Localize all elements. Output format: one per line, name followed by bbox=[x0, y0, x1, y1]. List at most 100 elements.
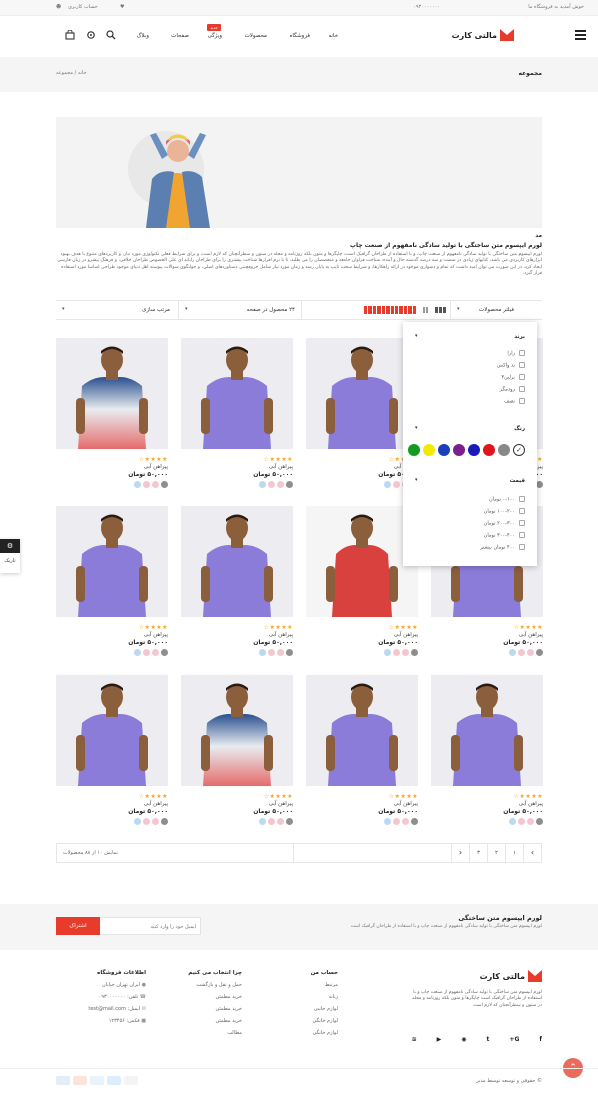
product-name[interactable]: پیراهن آبی bbox=[269, 464, 293, 470]
logo[interactable]: مالتی کارت bbox=[452, 26, 514, 44]
footer-link[interactable]: خرید مطمئن bbox=[162, 1018, 242, 1024]
prev-page-button[interactable]: ‹ bbox=[451, 844, 469, 862]
color-swatch[interactable] bbox=[143, 649, 150, 656]
color-swatch[interactable] bbox=[527, 818, 534, 825]
account-link[interactable]: حساب کاربری bbox=[68, 4, 98, 10]
nav-item-features[interactable]: ویژگی bbox=[208, 33, 222, 39]
color-swatch[interactable] bbox=[277, 649, 284, 656]
brand-option[interactable]: رودمگر bbox=[500, 386, 525, 393]
chevron-down-icon[interactable]: ▾ bbox=[415, 425, 418, 431]
next-page-button[interactable]: › bbox=[523, 844, 541, 862]
color-swatch[interactable] bbox=[393, 481, 400, 488]
brand-option[interactable]: بد واکس bbox=[497, 362, 525, 369]
product-name[interactable]: پیراهن آبی bbox=[519, 632, 543, 638]
product-card[interactable]: ★★★★☆پیراهن آبی۵۰,۰۰۰ تومان bbox=[181, 675, 293, 835]
footer-link[interactable]: لوازم خانگی bbox=[258, 1030, 338, 1036]
product-name[interactable]: پیراهن آبی bbox=[519, 801, 543, 807]
color-swatch[interactable] bbox=[384, 649, 391, 656]
search-icon[interactable] bbox=[106, 30, 116, 40]
footer-link[interactable]: حمل و نقل و بازگشت bbox=[162, 982, 242, 988]
color-swatch[interactable] bbox=[402, 649, 409, 656]
price-option[interactable]: ۳۰۰-۴۰۰ تومان bbox=[484, 532, 525, 539]
product-image[interactable] bbox=[181, 506, 293, 617]
nav-item-products[interactable]: محصولات bbox=[245, 33, 267, 39]
product-card[interactable]: ★★★★☆پیراهن آبی۵۰,۰۰۰ تومان bbox=[431, 675, 543, 835]
color-swatch[interactable] bbox=[134, 818, 141, 825]
nav-item-pages[interactable]: صفحات bbox=[171, 33, 189, 39]
color-swatch[interactable] bbox=[536, 818, 543, 825]
color-swatch[interactable] bbox=[286, 481, 293, 488]
youtube-icon[interactable]: ▶ bbox=[437, 1036, 442, 1043]
user-icon[interactable]: ☻ bbox=[56, 4, 61, 10]
filter-toggle[interactable]: فیلتر محصولات ▾ bbox=[450, 301, 542, 319]
color-filter-swatch[interactable] bbox=[468, 444, 480, 456]
price-option[interactable]: ۴۰۰ تومان بیشتر bbox=[480, 544, 525, 551]
product-name[interactable]: پیراهن آبی bbox=[394, 632, 418, 638]
per-page-select[interactable]: ۲۴ محصول در صفحه ▾ bbox=[178, 301, 302, 319]
facebook-icon[interactable]: f bbox=[539, 1036, 542, 1043]
sort-select[interactable]: مرتب سازی ▾ bbox=[56, 301, 176, 319]
color-swatch[interactable] bbox=[268, 818, 275, 825]
product-image[interactable] bbox=[306, 675, 418, 786]
color-swatch[interactable] bbox=[411, 649, 418, 656]
color-swatch[interactable] bbox=[152, 481, 159, 488]
breadcrumb-home[interactable]: خانه bbox=[78, 70, 87, 76]
gear-icon[interactable] bbox=[86, 30, 96, 40]
product-image[interactable] bbox=[306, 506, 418, 617]
color-swatch[interactable] bbox=[134, 649, 141, 656]
product-image[interactable] bbox=[56, 338, 168, 449]
color-swatch[interactable] bbox=[259, 818, 266, 825]
side-widget[interactable]: ⚙ تاریک bbox=[0, 539, 20, 573]
color-swatch[interactable] bbox=[259, 481, 266, 488]
color-swatch[interactable] bbox=[518, 649, 525, 656]
color-swatch[interactable] bbox=[393, 649, 400, 656]
color-swatch[interactable] bbox=[161, 481, 168, 488]
price-option[interactable]: ۲۰۰-۳۰۰ تومان bbox=[484, 520, 525, 527]
footer-link[interactable]: لوازم جانبی bbox=[258, 1006, 338, 1012]
color-swatch[interactable] bbox=[268, 481, 275, 488]
product-card[interactable]: ★★★★☆پیراهن آبی۵۰,۰۰۰ تومان bbox=[56, 506, 168, 666]
product-name[interactable]: پیراهن آبی bbox=[144, 464, 168, 470]
color-filter-swatch[interactable] bbox=[438, 444, 450, 456]
color-swatch[interactable] bbox=[411, 818, 418, 825]
product-name[interactable]: پیراهن آبی bbox=[144, 632, 168, 638]
footer-link[interactable]: لوازم خانگی bbox=[258, 1018, 338, 1024]
product-image[interactable] bbox=[56, 506, 168, 617]
color-filter-swatch[interactable] bbox=[408, 444, 420, 456]
color-swatch[interactable] bbox=[161, 818, 168, 825]
color-filter-swatch[interactable] bbox=[483, 444, 495, 456]
product-card[interactable]: ★★★★☆پیراهن آبی۵۰,۰۰۰ تومان bbox=[56, 338, 168, 498]
product-card[interactable]: ★★★★☆پیراهن آبی۵۰,۰۰۰ تومان bbox=[306, 675, 418, 835]
product-card[interactable]: ★★★★☆پیراهن آبی۵۰,۰۰۰ تومان bbox=[56, 675, 168, 835]
chevron-down-icon[interactable]: ▾ bbox=[415, 477, 418, 483]
color-swatch[interactable] bbox=[384, 818, 391, 825]
color-swatch[interactable] bbox=[509, 649, 516, 656]
footer-logo[interactable]: مالتی کارت bbox=[412, 970, 542, 982]
price-option[interactable]: ۰-۱۰۰ تومان bbox=[489, 496, 525, 503]
twitter-icon[interactable]: t bbox=[487, 1036, 490, 1043]
nav-item-blog[interactable]: وبلاگ bbox=[137, 33, 149, 39]
product-name[interactable]: پیراهن آبی bbox=[394, 801, 418, 807]
color-swatch[interactable] bbox=[134, 481, 141, 488]
newsletter-email-input[interactable] bbox=[106, 921, 196, 932]
color-swatch[interactable] bbox=[161, 649, 168, 656]
color-swatch[interactable] bbox=[286, 818, 293, 825]
column-select-icon[interactable] bbox=[364, 306, 417, 314]
footer-link[interactable]: خرید مطمئن bbox=[162, 1006, 242, 1012]
color-swatch[interactable] bbox=[527, 649, 534, 656]
page-link[interactable]: ۳ bbox=[469, 844, 487, 862]
brand-option[interactable]: زارا bbox=[507, 350, 525, 357]
list-view-icon[interactable] bbox=[420, 307, 428, 313]
rss-icon[interactable]: ≋ bbox=[412, 1036, 417, 1043]
footer-link[interactable]: مرتبط bbox=[258, 982, 338, 988]
color-filter-swatch[interactable] bbox=[453, 444, 465, 456]
shop-bag-icon[interactable] bbox=[65, 30, 75, 40]
dark-mode-label[interactable]: تاریک bbox=[0, 553, 20, 564]
product-card[interactable]: ★★★★☆پیراهن آبی۵۰,۰۰۰ تومان bbox=[181, 338, 293, 498]
product-image[interactable] bbox=[56, 675, 168, 786]
color-swatch[interactable] bbox=[268, 649, 275, 656]
product-card[interactable]: ★★★★☆پیراهن آبی۵۰,۰۰۰ تومان bbox=[181, 506, 293, 666]
product-image[interactable] bbox=[181, 338, 293, 449]
color-swatch[interactable] bbox=[518, 818, 525, 825]
color-swatch[interactable] bbox=[152, 818, 159, 825]
